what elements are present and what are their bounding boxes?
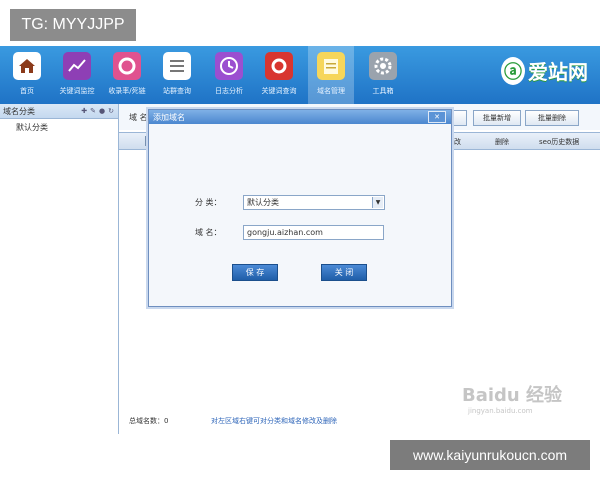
refresh-icon[interactable]: ↻ bbox=[108, 107, 114, 115]
column-delete[interactable]: 删除 bbox=[495, 137, 509, 147]
category-item-default[interactable]: 默认分类 bbox=[16, 122, 118, 133]
home-icon bbox=[13, 52, 41, 80]
chevron-down-icon[interactable]: ▼ bbox=[372, 197, 383, 208]
total-domains-count: 总域名数：0 bbox=[129, 417, 169, 425]
gear-icon bbox=[369, 52, 397, 80]
batch-delete-button[interactable]: 批量删除 bbox=[525, 110, 579, 126]
toolbar-label: 首页 bbox=[20, 87, 34, 95]
add-category-icon[interactable]: ✚ bbox=[81, 107, 87, 115]
toolbar-item-home[interactable]: 首页 bbox=[4, 46, 50, 104]
toolbar-item-log-analysis[interactable]: 日志分析 bbox=[206, 46, 252, 104]
usage-hint: 对左区域右键可对分类和域名修改及删除 bbox=[211, 417, 337, 425]
toolbar-label: 关键词查询 bbox=[261, 87, 297, 95]
dialog-title-bar: 添加域名 ✕ bbox=[149, 110, 451, 124]
add-domain-dialog: 添加域名 ✕ 分 类： 默认分类 ▼ 域 名： gongju.aizhan.co… bbox=[148, 109, 452, 307]
toolbar-label: 关键词监控 bbox=[59, 87, 95, 95]
close-button[interactable]: 关 闭 bbox=[321, 264, 367, 281]
domain-input[interactable]: gongju.aizhan.com bbox=[243, 225, 384, 240]
sidebar-header: 域名分类 ✚ ✎ ● ↻ bbox=[0, 104, 118, 119]
toolbar-label: 收录率/死链 bbox=[108, 87, 146, 95]
sidebar-title: 域名分类 bbox=[3, 106, 35, 116]
toolbar-item-keyword-monitor[interactable]: 关键词监控 bbox=[54, 46, 100, 104]
baidu-watermark-url: jingyan.baidu.com bbox=[468, 407, 533, 415]
list-icon bbox=[163, 52, 191, 80]
toolbar-item-toolbox[interactable]: 工具箱 bbox=[360, 46, 406, 104]
main-toolbar: 首页 关键词监控 收录率/死链 站群查询 日志分析 关键词查询 域名管理 工具箱… bbox=[0, 46, 600, 104]
toolbar-label: 工具箱 bbox=[372, 87, 394, 95]
toolbar-item-domain-management[interactable]: 域名管理 bbox=[308, 46, 354, 104]
domain-field-label: 域 名： bbox=[195, 228, 222, 237]
bottom-watermark-label: www.kaiyunrukoucn.com bbox=[390, 440, 590, 470]
toolbar-label: 站群查询 bbox=[163, 87, 191, 95]
category-select-value: 默认分类 bbox=[247, 198, 279, 207]
brand-logo-text: 爱站网 bbox=[528, 60, 588, 84]
brand-logo: ⓐ 爱站网 bbox=[501, 56, 588, 85]
clock-icon bbox=[215, 52, 243, 80]
toolbar-label: 域名管理 bbox=[317, 87, 345, 95]
edit-category-icon[interactable]: ✎ bbox=[90, 107, 96, 115]
baidu-watermark: Baidu 经验 jingyan.baidu.com bbox=[462, 381, 562, 415]
category-list: 默认分类 bbox=[0, 119, 118, 133]
category-select[interactable]: 默认分类 ▼ bbox=[243, 195, 385, 210]
baidu-watermark-brand: Baidu 经验 bbox=[462, 385, 563, 406]
ring-icon bbox=[113, 52, 141, 80]
brand-mark-icon: ⓐ bbox=[501, 56, 525, 85]
category-sidebar: 域名分类 ✚ ✎ ● ↻ 默认分类 bbox=[0, 104, 119, 434]
dialog-close-icon[interactable]: ✕ bbox=[428, 111, 446, 123]
save-button[interactable]: 保 存 bbox=[232, 264, 278, 281]
toolbar-item-site-query[interactable]: 站群查询 bbox=[154, 46, 200, 104]
batch-add-button[interactable]: 批量新增 bbox=[473, 110, 521, 126]
toolbar-label: 日志分析 bbox=[215, 87, 243, 95]
category-field-label: 分 类： bbox=[195, 198, 222, 207]
notepad-icon bbox=[317, 52, 345, 80]
sidebar-tools: ✚ ✎ ● ↻ bbox=[81, 107, 118, 115]
column-seo-history[interactable]: seo历史数据 bbox=[539, 137, 579, 147]
toolbar-item-keyword-query[interactable]: 关键词查询 bbox=[256, 46, 302, 104]
top-watermark-label: TG: MYYJJPP bbox=[10, 9, 136, 41]
toolbar-item-indexing[interactable]: 收录率/死链 bbox=[104, 46, 150, 104]
trend-chart-icon bbox=[63, 52, 91, 80]
delete-category-icon[interactable]: ● bbox=[99, 107, 105, 115]
dialog-title: 添加域名 bbox=[153, 112, 185, 122]
tag-icon bbox=[265, 52, 293, 80]
